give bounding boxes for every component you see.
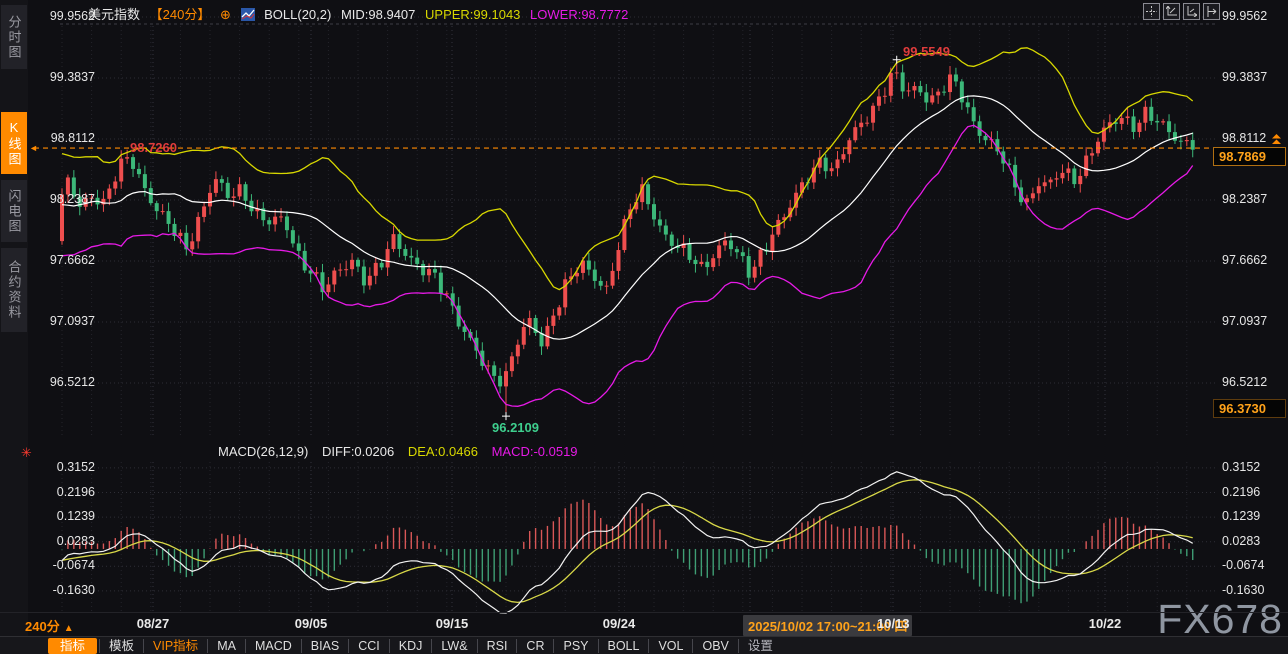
tab-kdj[interactable]: KDJ bbox=[389, 639, 432, 653]
symbol-period: 【240分】 bbox=[150, 7, 211, 22]
macd-macd-value: MACD:-0.0519 bbox=[492, 444, 578, 459]
price-flag-icon bbox=[1271, 132, 1282, 150]
trading-app: 分时图 K线图 闪电图 合约资料 美元指数 【240分】 ⊕ BOLL(20,2… bbox=[0, 0, 1288, 654]
ref-line-arrow-icon: ◄ bbox=[29, 143, 38, 153]
high-price-label: 99.5549 bbox=[903, 44, 950, 59]
sidebar-item-contract-info[interactable]: 合约资料 bbox=[1, 248, 27, 332]
macd-axis-label: 0.1239 bbox=[1222, 509, 1284, 523]
macd-dea-value: DEA:0.0466 bbox=[408, 444, 478, 459]
sidebar-item-flash[interactable]: 闪电图 bbox=[1, 180, 27, 242]
zoom-x-axis-icon[interactable] bbox=[1183, 3, 1200, 20]
tab-vol[interactable]: VOL bbox=[648, 639, 692, 653]
macd-axis-label: 0.2196 bbox=[1222, 485, 1284, 499]
symbol-name: 美元指数 bbox=[88, 7, 140, 22]
macd-axis-label: 0.2196 bbox=[33, 485, 95, 499]
x-axis-row: 240分▲ 08/27 09/05 09/15 09/24 2025/10/02… bbox=[0, 612, 1288, 637]
chart-toolbar-icons bbox=[1143, 3, 1220, 20]
indicator-settings-icon[interactable]: ✳ bbox=[21, 445, 32, 461]
macd-axis-label: 0.3152 bbox=[33, 460, 95, 474]
macd-axis-label: 0.1239 bbox=[33, 509, 95, 523]
y-axis-label: 96.5212 bbox=[33, 375, 95, 389]
candlestick-chart[interactable] bbox=[0, 0, 1288, 654]
y-axis-label: 97.0937 bbox=[33, 314, 95, 328]
y-axis-label: 97.0937 bbox=[1222, 314, 1284, 328]
macd-axis-label: -0.1630 bbox=[33, 583, 95, 597]
chart-header: 美元指数 【240分】 ⊕ BOLL(20,2) MID:98.9407 UPP… bbox=[88, 4, 634, 24]
macd-axis-label: -0.0674 bbox=[1222, 558, 1284, 572]
y-axis-label: 97.6662 bbox=[33, 253, 95, 267]
boll-params: BOLL(20,2) bbox=[264, 7, 331, 22]
tab-rsi[interactable]: RSI bbox=[477, 639, 517, 653]
date-tick: 09/15 bbox=[436, 616, 469, 631]
date-tick: 10/22 bbox=[1089, 616, 1122, 631]
y-axis-label: 99.9562 bbox=[1222, 9, 1284, 23]
tab-bias[interactable]: BIAS bbox=[301, 639, 349, 653]
date-tick: 08/27 bbox=[137, 616, 170, 631]
y-axis-label: 98.2387 bbox=[1222, 192, 1284, 206]
tab-cr[interactable]: CR bbox=[516, 639, 553, 653]
date-tick: 10/13 bbox=[877, 616, 910, 631]
y-axis-label: 99.9562 bbox=[33, 9, 95, 23]
sidebar: 分时图 K线图 闪电图 合约资料 bbox=[0, 0, 28, 654]
y-axis-label: 97.6662 bbox=[1222, 253, 1284, 267]
crosshair-pan-icon[interactable] bbox=[1143, 3, 1160, 20]
chevron-up-icon: ▲ bbox=[64, 623, 74, 634]
macd-params: MACD(26,12,9) bbox=[218, 444, 308, 459]
tab-obv[interactable]: OBV bbox=[692, 639, 737, 653]
boll-upper-value: UPPER:99.1043 bbox=[425, 7, 520, 22]
date-tick: 09/24 bbox=[603, 616, 636, 631]
macd-header: MACD(26,12,9) DIFF:0.0206 DEA:0.0466 MAC… bbox=[218, 444, 588, 459]
macd-axis-label: -0.1630 bbox=[1222, 583, 1284, 597]
low-marker-box: 96.3730 bbox=[1213, 399, 1286, 418]
tab-macd[interactable]: MACD bbox=[245, 639, 301, 653]
tab-lwr[interactable]: LW& bbox=[431, 639, 476, 653]
tab-vip-indicator[interactable]: VIP指标 bbox=[143, 639, 207, 653]
zoom-y-axis-icon[interactable] bbox=[1163, 3, 1180, 20]
tab-ma[interactable]: MA bbox=[207, 639, 245, 653]
add-indicator-icon[interactable]: ⊕ bbox=[220, 7, 231, 22]
bottom-toolbar: 指标 模板 VIP指标 MA MACD BIAS CCI KDJ LW& RSI… bbox=[0, 636, 1288, 654]
y-axis-label: 98.2387 bbox=[33, 192, 95, 206]
boll-mid-value: MID:98.9407 bbox=[341, 7, 415, 22]
period-selector[interactable]: 240分 ▲ bbox=[25, 616, 74, 635]
tab-indicator[interactable]: 指标 bbox=[48, 638, 97, 654]
y-axis-label: 99.3837 bbox=[1222, 70, 1284, 84]
macd-axis-label: 0.0283 bbox=[1222, 534, 1284, 548]
tab-settings[interactable]: 设置 bbox=[738, 639, 782, 653]
macd-axis-label: 0.3152 bbox=[1222, 460, 1284, 474]
macd-axis-label: -0.0674 bbox=[33, 558, 95, 572]
tab-template[interactable]: 模板 bbox=[99, 639, 143, 653]
date-tick: 09/05 bbox=[295, 616, 328, 631]
chart-type-icon[interactable] bbox=[241, 8, 255, 24]
tab-psy[interactable]: PSY bbox=[553, 639, 597, 653]
macd-diff-value: DIFF:0.0206 bbox=[322, 444, 394, 459]
ref-price-label: 98.7260 bbox=[130, 140, 177, 155]
period-label: 240分 bbox=[25, 619, 60, 634]
sidebar-item-kline[interactable]: K线图 bbox=[1, 112, 27, 174]
macd-axis-label: 0.0283 bbox=[33, 534, 95, 548]
y-axis-label: 98.8112 bbox=[33, 131, 95, 145]
pan-right-icon[interactable] bbox=[1203, 3, 1220, 20]
tab-cci[interactable]: CCI bbox=[348, 639, 389, 653]
boll-lower-value: LOWER:98.7772 bbox=[530, 7, 628, 22]
y-axis-label: 99.3837 bbox=[33, 70, 95, 84]
tab-boll[interactable]: BOLL bbox=[598, 639, 649, 653]
y-axis-label: 96.5212 bbox=[1222, 375, 1284, 389]
low-price-label: 96.2109 bbox=[492, 420, 539, 435]
sidebar-item-timeline[interactable]: 分时图 bbox=[1, 5, 27, 69]
